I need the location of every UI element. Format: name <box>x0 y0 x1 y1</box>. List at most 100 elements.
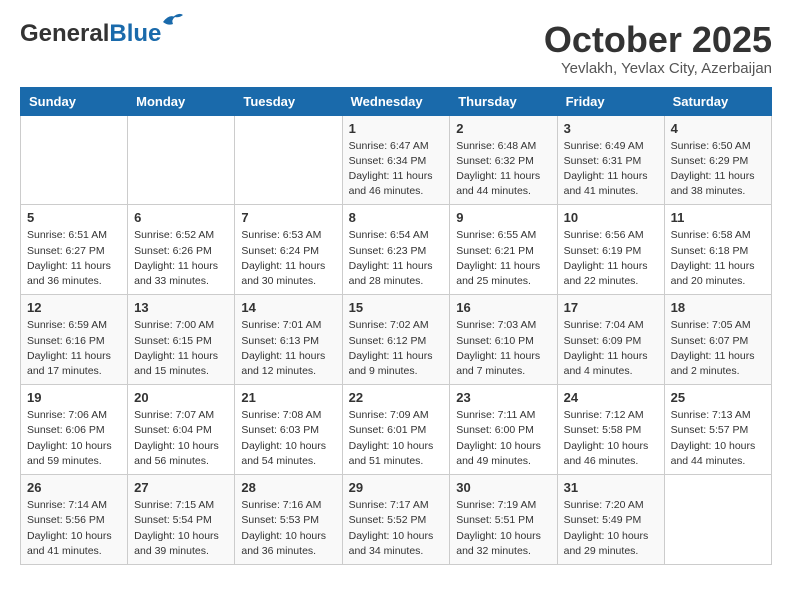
calendar-cell: 3 Sunrise: 6:49 AMSunset: 6:31 PMDaylight… <box>557 115 664 205</box>
weekday-header-wednesday: Wednesday <box>342 87 450 115</box>
calendar-cell: 31 Sunrise: 7:20 AMSunset: 5:49 PMDayligh… <box>557 475 664 565</box>
day-info: Sunrise: 7:15 AMSunset: 5:54 PMDaylight:… <box>134 498 228 559</box>
calendar-cell: 14 Sunrise: 7:01 AMSunset: 6:13 PMDayligh… <box>235 295 342 385</box>
calendar-cell: 5 Sunrise: 6:51 AMSunset: 6:27 PMDaylight… <box>21 205 128 295</box>
month-title: October 2025 <box>544 20 772 60</box>
day-number: 5 <box>27 210 121 225</box>
day-number: 12 <box>27 300 121 315</box>
logo-general-text: General <box>20 20 109 47</box>
day-info: Sunrise: 7:14 AMSunset: 5:56 PMDaylight:… <box>27 498 121 559</box>
calendar-cell: 22 Sunrise: 7:09 AMSunset: 6:01 PMDayligh… <box>342 385 450 475</box>
calendar-cell: 9 Sunrise: 6:55 AMSunset: 6:21 PMDaylight… <box>450 205 557 295</box>
calendar-cell: 21 Sunrise: 7:08 AMSunset: 6:03 PMDayligh… <box>235 385 342 475</box>
weekday-header-saturday: Saturday <box>664 87 771 115</box>
calendar-cell <box>128 115 235 205</box>
calendar-cell: 7 Sunrise: 6:53 AMSunset: 6:24 PMDaylight… <box>235 205 342 295</box>
logo-blue-text: Blue <box>109 20 161 47</box>
day-info: Sunrise: 7:19 AMSunset: 5:51 PMDaylight:… <box>456 498 550 559</box>
day-number: 3 <box>564 121 658 136</box>
day-info: Sunrise: 6:50 AMSunset: 6:29 PMDaylight:… <box>671 139 765 200</box>
calendar-cell: 24Sunrise: 7:12 AMSunset: 5:58 PMDayligh… <box>557 385 664 475</box>
weekday-header-row: SundayMondayTuesdayWednesdayThursdayFrid… <box>21 87 772 115</box>
day-info: Sunrise: 7:08 AMSunset: 6:03 PMDaylight:… <box>241 408 335 469</box>
calendar-cell: 29Sunrise: 7:17 AMSunset: 5:52 PMDayligh… <box>342 475 450 565</box>
calendar-cell: 6Sunrise: 6:52 AMSunset: 6:26 PMDaylight… <box>128 205 235 295</box>
day-number: 9 <box>456 210 550 225</box>
weekday-header-friday: Friday <box>557 87 664 115</box>
day-number: 21 <box>241 390 335 405</box>
day-info: Sunrise: 7:13 AMSunset: 5:57 PMDaylight:… <box>671 408 765 469</box>
location-subtitle: Yevlakh, Yevlax City, Azerbaijan <box>544 60 772 77</box>
day-info: Sunrise: 7:11 AMSunset: 6:00 PMDaylight:… <box>456 408 550 469</box>
day-number: 4 <box>671 121 765 136</box>
day-info: Sunrise: 6:51 AMSunset: 6:27 PMDaylight:… <box>27 228 121 289</box>
calendar-week-row: 26 Sunrise: 7:14 AMSunset: 5:56 PMDayligh… <box>21 475 772 565</box>
page-header: GeneralBlue October 2025 Yevlakh, Yevlax… <box>20 20 772 77</box>
day-number: 22 <box>349 390 444 405</box>
day-number: 20 <box>134 390 228 405</box>
day-number: 26 <box>27 480 121 495</box>
day-info: Sunrise: 7:20 AMSunset: 5:49 PMDaylight:… <box>564 498 658 559</box>
day-number: 31 <box>564 480 658 495</box>
day-number: 8 <box>349 210 444 225</box>
day-number: 16 <box>456 300 550 315</box>
calendar-cell: 12 Sunrise: 6:59 AMSunset: 6:16 PMDayligh… <box>21 295 128 385</box>
day-number: 11 <box>671 210 765 225</box>
day-number: 19 <box>27 390 121 405</box>
day-info: Sunrise: 6:56 AMSunset: 6:19 PMDaylight:… <box>564 228 658 289</box>
calendar-cell: 18 Sunrise: 7:05 AMSunset: 6:07 PMDayligh… <box>664 295 771 385</box>
day-number: 1 <box>349 121 444 136</box>
calendar-cell: 28Sunrise: 7:16 AMSunset: 5:53 PMDayligh… <box>235 475 342 565</box>
day-info: Sunrise: 7:03 AMSunset: 6:10 PMDaylight:… <box>456 318 550 379</box>
day-number: 28 <box>241 480 335 495</box>
calendar-week-row: 5 Sunrise: 6:51 AMSunset: 6:27 PMDaylight… <box>21 205 772 295</box>
calendar-cell <box>235 115 342 205</box>
day-info: Sunrise: 7:04 AMSunset: 6:09 PMDaylight:… <box>564 318 658 379</box>
day-number: 29 <box>349 480 444 495</box>
day-number: 2 <box>456 121 550 136</box>
day-info: Sunrise: 6:49 AMSunset: 6:31 PMDaylight:… <box>564 139 658 200</box>
day-info: Sunrise: 7:06 AMSunset: 6:06 PMDaylight:… <box>27 408 121 469</box>
calendar-week-row: 12 Sunrise: 6:59 AMSunset: 6:16 PMDayligh… <box>21 295 772 385</box>
calendar-cell: 30 Sunrise: 7:19 AMSunset: 5:51 PMDayligh… <box>450 475 557 565</box>
day-info: Sunrise: 7:02 AMSunset: 6:12 PMDaylight:… <box>349 318 444 379</box>
day-number: 7 <box>241 210 335 225</box>
calendar-table: SundayMondayTuesdayWednesdayThursdayFrid… <box>20 87 772 565</box>
day-number: 14 <box>241 300 335 315</box>
day-info: Sunrise: 7:07 AMSunset: 6:04 PMDaylight:… <box>134 408 228 469</box>
calendar-cell: 19 Sunrise: 7:06 AMSunset: 6:06 PMDayligh… <box>21 385 128 475</box>
calendar-cell: 27 Sunrise: 7:15 AMSunset: 5:54 PMDayligh… <box>128 475 235 565</box>
calendar-cell: 23 Sunrise: 7:11 AMSunset: 6:00 PMDayligh… <box>450 385 557 475</box>
day-info: Sunrise: 6:48 AMSunset: 6:32 PMDaylight:… <box>456 139 550 200</box>
day-info: Sunrise: 6:55 AMSunset: 6:21 PMDaylight:… <box>456 228 550 289</box>
day-number: 18 <box>671 300 765 315</box>
calendar-cell: 2 Sunrise: 6:48 AMSunset: 6:32 PMDaylight… <box>450 115 557 205</box>
calendar-cell: 17Sunrise: 7:04 AMSunset: 6:09 PMDayligh… <box>557 295 664 385</box>
day-number: 30 <box>456 480 550 495</box>
calendar-cell: 20 Sunrise: 7:07 AMSunset: 6:04 PMDayligh… <box>128 385 235 475</box>
day-info: Sunrise: 6:59 AMSunset: 6:16 PMDaylight:… <box>27 318 121 379</box>
logo-bird-icon <box>161 12 183 30</box>
day-info: Sunrise: 7:00 AMSunset: 6:15 PMDaylight:… <box>134 318 228 379</box>
calendar-cell: 4 Sunrise: 6:50 AMSunset: 6:29 PMDaylight… <box>664 115 771 205</box>
calendar-cell: 25 Sunrise: 7:13 AMSunset: 5:57 PMDayligh… <box>664 385 771 475</box>
calendar-cell: 13 Sunrise: 7:00 AMSunset: 6:15 PMDayligh… <box>128 295 235 385</box>
calendar-cell: 10 Sunrise: 6:56 AMSunset: 6:19 PMDayligh… <box>557 205 664 295</box>
title-section: October 2025 Yevlakh, Yevlax City, Azerb… <box>544 20 772 77</box>
day-info: Sunrise: 6:58 AMSunset: 6:18 PMDaylight:… <box>671 228 765 289</box>
calendar-cell: 26 Sunrise: 7:14 AMSunset: 5:56 PMDayligh… <box>21 475 128 565</box>
day-info: Sunrise: 7:05 AMSunset: 6:07 PMDaylight:… <box>671 318 765 379</box>
day-info: Sunrise: 6:52 AMSunset: 6:26 PMDaylight:… <box>134 228 228 289</box>
logo: GeneralBlue <box>20 20 161 48</box>
weekday-header-monday: Monday <box>128 87 235 115</box>
day-number: 24 <box>564 390 658 405</box>
day-number: 13 <box>134 300 228 315</box>
day-number: 10 <box>564 210 658 225</box>
day-number: 25 <box>671 390 765 405</box>
day-number: 27 <box>134 480 228 495</box>
day-info: Sunrise: 7:09 AMSunset: 6:01 PMDaylight:… <box>349 408 444 469</box>
day-number: 23 <box>456 390 550 405</box>
day-info: Sunrise: 7:01 AMSunset: 6:13 PMDaylight:… <box>241 318 335 379</box>
weekday-header-sunday: Sunday <box>21 87 128 115</box>
day-info: Sunrise: 6:53 AMSunset: 6:24 PMDaylight:… <box>241 228 335 289</box>
